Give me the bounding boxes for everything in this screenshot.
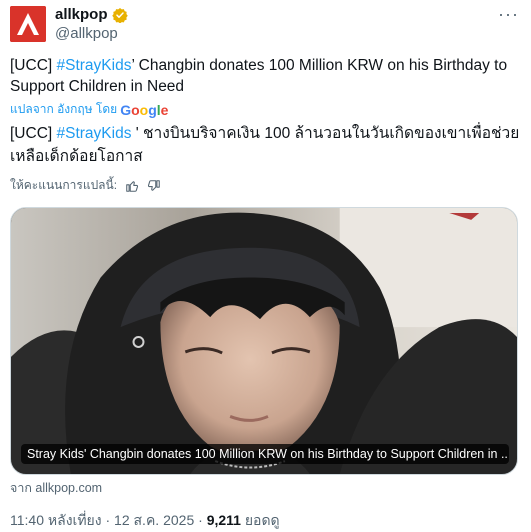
display-name[interactable]: allkpop [55,6,108,23]
tweet-header: allkpop @allkpop ··· [10,4,521,44]
user-handle[interactable]: @allkpop [55,25,118,42]
article-thumbnail [11,208,517,474]
tweet-date[interactable]: 12 ส.ค. 2025 [114,512,194,528]
more-icon[interactable]: ··· [498,4,519,25]
link-card[interactable]: Stray Kids' Changbin donates 100 Million… [10,207,518,475]
thumbs-down-icon[interactable] [147,179,161,193]
translated-text: [UCC] #StrayKids ' ชางบินบริจาคเงิน 100 … [10,122,520,168]
meta-separator-2: · [194,512,207,528]
tweet-prefix: [UCC] [10,57,57,74]
card-source[interactable]: จาก allkpop.com [10,478,102,498]
views-count: 9,211 [206,512,241,528]
rate-translation: ให้คะแนนการแปลนี้: [10,176,161,195]
thumbs-up-icon[interactable] [125,179,139,193]
name-row: allkpop [55,6,128,23]
hashtag-link[interactable]: #StrayKids [57,57,132,74]
tweet-text: [UCC] #StrayKids’ Changbin donates 100 M… [10,55,520,97]
translation-hashtag-link[interactable]: #StrayKids [57,125,132,142]
translation-label: แปลจาก อังกฤษ โดย [10,102,118,116]
translation-attribution: แปลจาก อังกฤษ โดย Google [10,100,168,119]
card-caption[interactable]: Stray Kids' Changbin donates 100 Million… [21,444,509,464]
avatar[interactable] [10,6,46,42]
tweet-time[interactable]: 11:40 หลังเที่ยง [10,512,102,528]
tweet-meta: 11:40 หลังเที่ยง · 12 ส.ค. 2025 · 9,211 … [10,510,280,532]
allkpop-logo-icon [10,6,46,42]
rate-label: ให้คะแนนการแปลนี้: [10,178,118,192]
views-label: ยอดดู [240,512,280,528]
meta-separator: · [101,512,115,528]
translation-prefix: [UCC] [10,125,57,142]
verified-badge-icon [111,7,128,23]
google-logo: Google [120,101,169,118]
